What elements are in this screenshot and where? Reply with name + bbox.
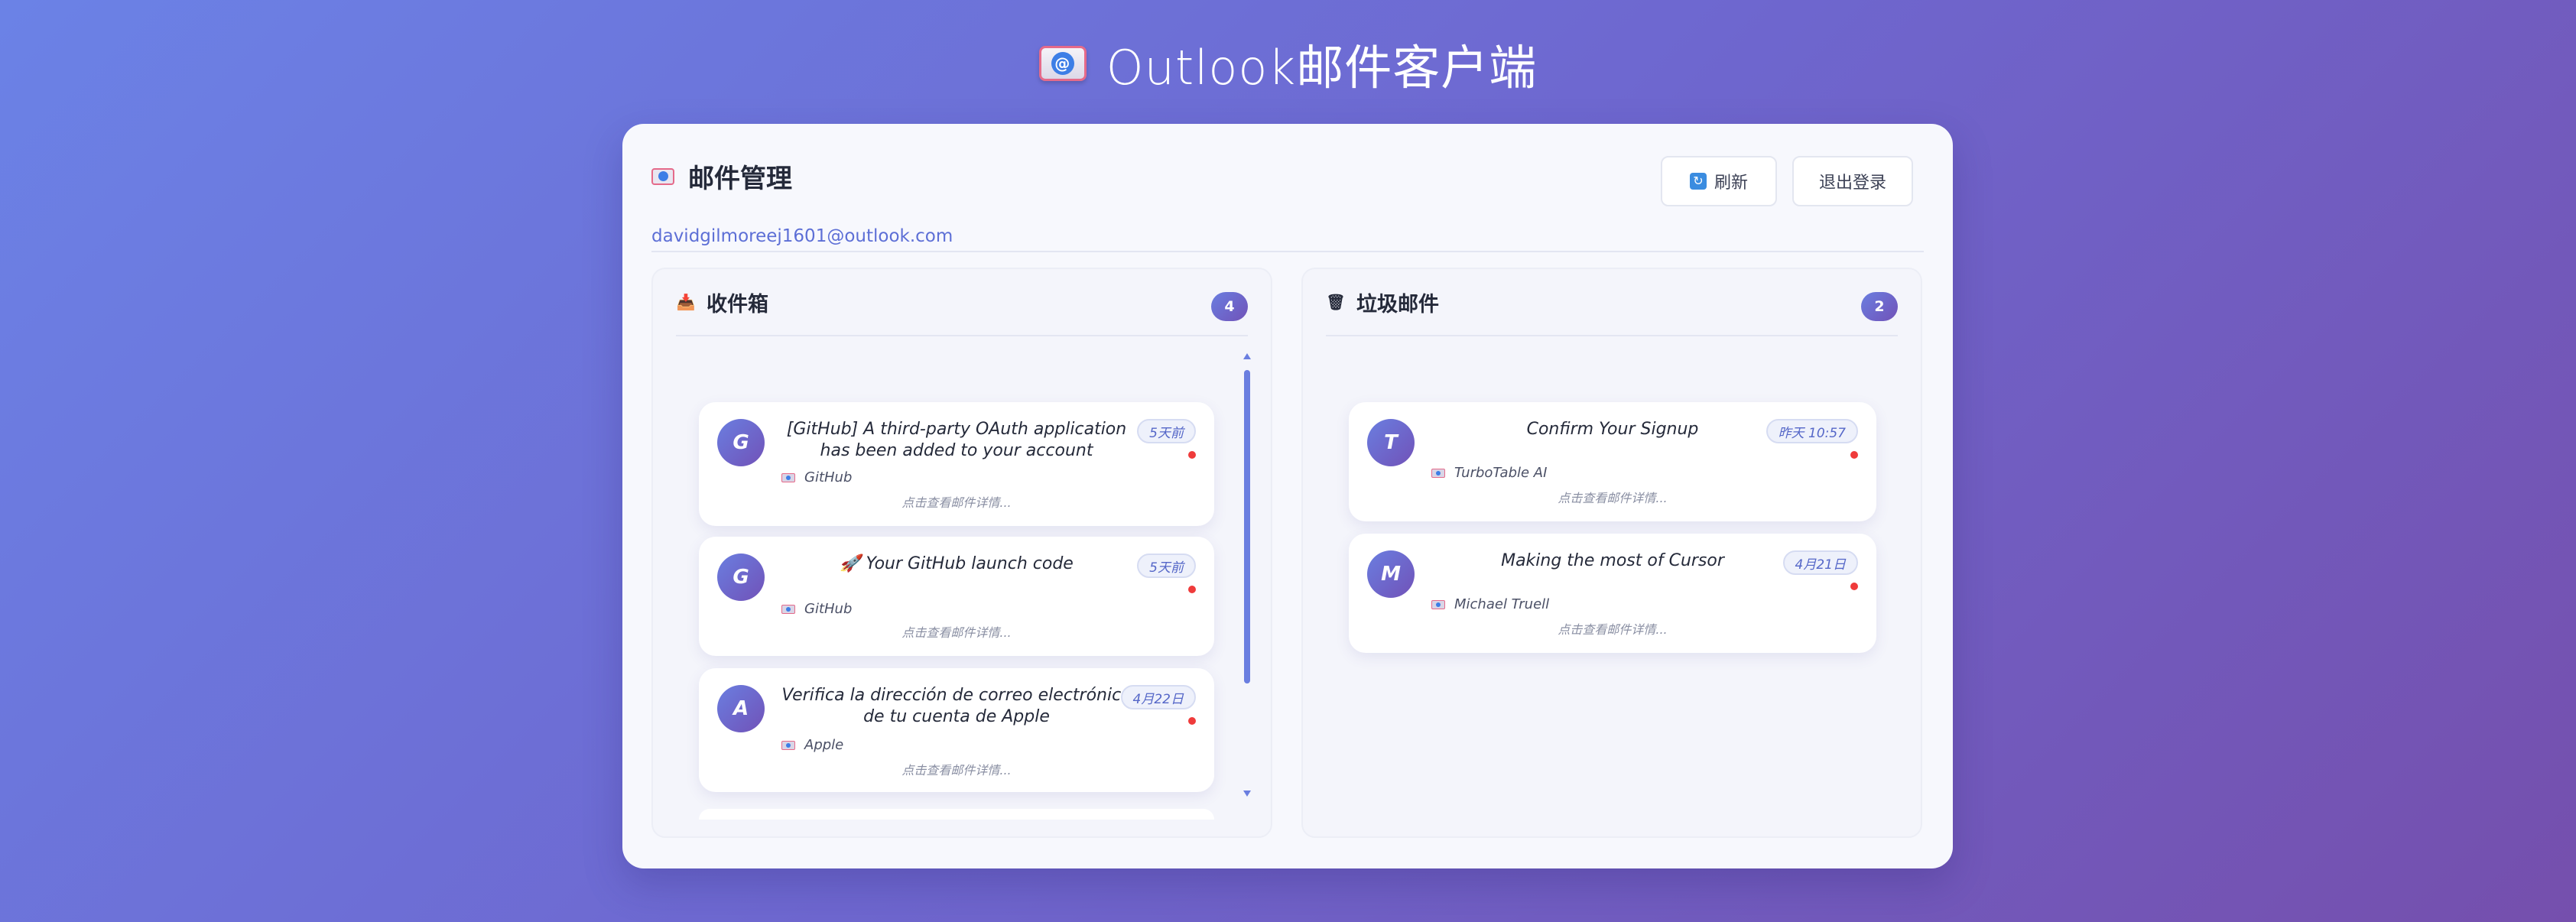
mail-sender: GitHub: [781, 601, 852, 617]
list-item[interactable]: A Verifica la dirección de correo electr…: [699, 668, 1214, 792]
unread-dot: [1188, 586, 1196, 593]
time-badge: 昨天 10:57: [1766, 419, 1858, 443]
inbox-panel: 📥 收件箱 4 G [GitHub] A third-party OAuth a…: [651, 268, 1272, 838]
envelope-icon: [1431, 599, 1445, 609]
list-item[interactable]: T Confirm Your Signup 昨天 10:57 TurboTabl…: [1349, 402, 1876, 521]
mail-subject: [GitHub] A third-party OAuth application…: [786, 420, 1127, 460]
list-item[interactable]: G 🚀 Your GitHub launch code 5天前 GitHub 点…: [699, 537, 1214, 656]
mail-subject: Making the most of Cursor: [1501, 551, 1724, 570]
envelope-icon: [781, 472, 795, 482]
sender-name: GitHub: [804, 601, 853, 617]
avatar: G: [717, 554, 765, 601]
page-title: 邮件管理: [688, 164, 792, 194]
envelope-icon: [1431, 468, 1445, 478]
envelope-icon: [781, 740, 795, 750]
list-item[interactable]: M Making the most of Cursor 4月21日 Michae…: [1349, 534, 1876, 653]
unread-dot: [1188, 451, 1196, 459]
avatar: G: [717, 419, 765, 466]
mail-subject: 🚀 Your GitHub launch code: [840, 554, 1074, 573]
junk-header: 🗑 垃圾邮件 2: [1326, 269, 1898, 336]
refresh-icon: ↻: [1689, 173, 1707, 190]
inbox-header: 📥 收件箱 4: [676, 269, 1248, 336]
envelope-at-icon: @: [1038, 46, 1087, 81]
sender-name: TurboTable AI: [1454, 465, 1548, 481]
junk-count-badge: 2: [1861, 292, 1898, 321]
sender-name: GitHub: [804, 469, 853, 485]
refresh-button[interactable]: ↻ 刷新: [1661, 156, 1777, 206]
account-email: davidgilmoreej1601@outlook.com: [651, 226, 953, 246]
time-badge: 5天前: [1137, 419, 1196, 443]
mail-sender: GitHub: [781, 469, 852, 485]
avatar: T: [1367, 419, 1415, 466]
refresh-label: 刷新: [1714, 173, 1748, 192]
mail-management-title: 邮件管理: [651, 157, 792, 195]
view-details-hint: 点击查看邮件详情...: [901, 763, 1012, 778]
mail-sender: TurboTable AI: [1431, 465, 1547, 481]
scroll-up-arrow-icon[interactable]: [1243, 353, 1251, 359]
mail-management-card: 邮件管理 davidgilmoreej1601@outlook.com ↻ 刷新…: [622, 124, 1953, 868]
view-details-hint: 点击查看邮件详情...: [1558, 491, 1668, 505]
card-header: 邮件管理 davidgilmoreej1601@outlook.com ↻ 刷新…: [651, 153, 1924, 252]
sender-name: Apple: [804, 737, 844, 753]
junk-title: 🗑 垃圾邮件: [1326, 287, 1439, 317]
envelope-icon: [781, 604, 795, 614]
scroll-down-arrow-icon[interactable]: [1243, 791, 1251, 797]
inbox-title: 📥 收件箱: [676, 287, 768, 317]
unread-dot: [1188, 717, 1196, 725]
logout-button[interactable]: 退出登录: [1792, 156, 1913, 206]
junk-title-label: 垃圾邮件: [1356, 292, 1439, 317]
avatar: A: [717, 685, 765, 732]
view-details-hint: 点击查看邮件详情...: [901, 495, 1012, 510]
time-badge: 4月22日: [1120, 685, 1196, 709]
mail-sender: Michael Truell: [1431, 596, 1549, 612]
unread-dot: [1850, 451, 1858, 459]
inbox-count-badge: 4: [1211, 292, 1248, 321]
junk-panel: 🗑 垃圾邮件 2 T Confirm Your Signup 昨天 10:57 …: [1301, 268, 1922, 838]
inbox-scrollbar[interactable]: [1242, 353, 1252, 797]
time-badge: 5天前: [1137, 554, 1196, 578]
trash-icon: 🗑: [1326, 293, 1346, 311]
app-title-bar: @ Outlook邮件客户端: [0, 29, 2576, 98]
list-item[interactable]: [699, 809, 1214, 820]
scroll-thumb[interactable]: [1244, 370, 1250, 683]
envelope-icon: [651, 167, 674, 185]
mail-sender: Apple: [781, 737, 843, 753]
time-badge: 4月21日: [1782, 550, 1858, 575]
list-item[interactable]: G [GitHub] A third-party OAuth applicati…: [699, 402, 1214, 526]
mail-subject: Confirm Your Signup: [1526, 420, 1699, 439]
view-details-hint: 点击查看邮件详情...: [1558, 622, 1668, 637]
mail-subject: Verifica la dirección de correo electrón…: [781, 686, 1132, 726]
inbox-title-label: 收件箱: [707, 292, 768, 317]
app-title: Outlook邮件客户端: [1106, 40, 1538, 96]
avatar: M: [1367, 550, 1415, 598]
unread-dot: [1850, 583, 1858, 590]
inbox-tray-icon: 📥: [676, 293, 696, 311]
view-details-hint: 点击查看邮件详情...: [901, 625, 1012, 640]
sender-name: Michael Truell: [1454, 596, 1550, 612]
